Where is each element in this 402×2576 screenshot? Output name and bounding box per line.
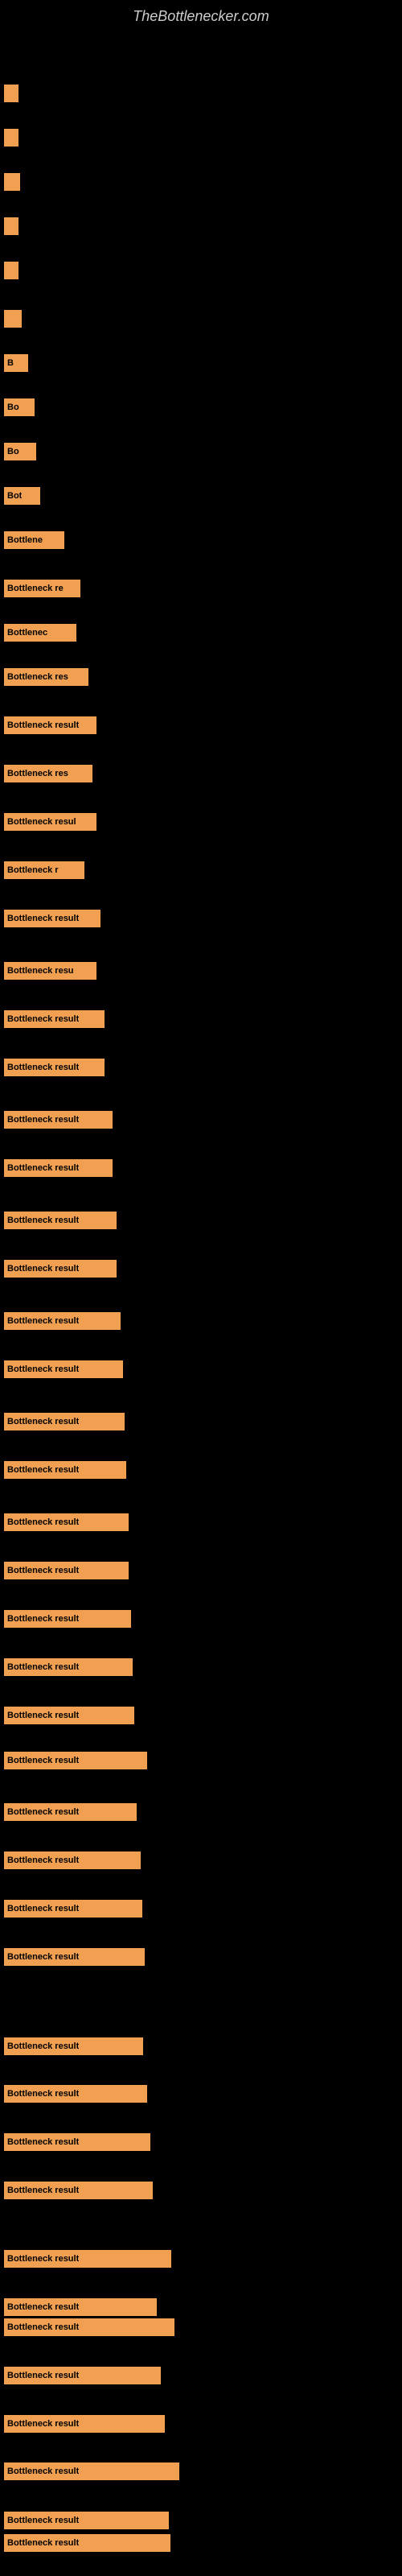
bar-item: Bottleneck result [4, 1752, 147, 1769]
bar-label: Bottlene [7, 535, 43, 545]
bar-item: Bottleneck result [4, 2037, 143, 2055]
bar-item: Bottleneck result [4, 1159, 113, 1177]
bar-item [4, 173, 20, 191]
bar-label: Bottleneck res [7, 769, 68, 778]
bar-label: Bottleneck result [7, 2089, 79, 2099]
bar-label: Bottleneck result [7, 2254, 79, 2264]
bar-label: Bottleneck result [7, 2538, 79, 2548]
bar-item: Bottleneck result [4, 2318, 174, 2336]
bar-label: Bottleneck result [7, 720, 79, 730]
bar-label: Bottleneck res [7, 672, 68, 682]
bar-label: Bottleneck result [7, 1063, 79, 1072]
bar-label: Bottleneck result [7, 2371, 79, 2380]
bar-label: Bottleneck result [7, 1566, 79, 1575]
bar-label: Bottleneck result [7, 2186, 79, 2195]
bar-item: Bottleneck result [4, 910, 100, 927]
bar-item: B [4, 354, 28, 372]
bar-item: Bottleneck result [4, 1900, 142, 1918]
bar-label: Bottleneck result [7, 2516, 79, 2525]
bar-item: Bottleneck result [4, 1948, 145, 1966]
bar-item: Bottleneck result [4, 1010, 105, 1028]
bar-label: Bottleneck result [7, 1115, 79, 1125]
bar-item: Bottleneck result [4, 2415, 165, 2433]
bar-item: Bottleneck result [4, 2298, 157, 2316]
bar-item: Bottleneck result [4, 1360, 123, 1378]
bar-label: Bottleneck result [7, 2041, 79, 2051]
bar-item: Bottlenec [4, 624, 76, 642]
bar-item [4, 262, 18, 279]
bar-item: Bo [4, 443, 36, 460]
bar-item: Bottleneck result [4, 2085, 147, 2103]
bar-label: Bottleneck result [7, 1163, 79, 1173]
bar-item: Bottleneck r [4, 861, 84, 879]
bar-label: Bottleneck result [7, 2322, 79, 2332]
bar-label: Bottleneck result [7, 1952, 79, 1962]
bar-label: Bottlenec [7, 628, 47, 638]
bar-label: B [7, 358, 14, 368]
site-title: TheBottlenecker.com [0, 0, 402, 29]
bar-label: Bottleneck result [7, 1614, 79, 1624]
bar-label: Bo [7, 402, 19, 412]
bar-item: Bottleneck result [4, 1212, 117, 1229]
bar-item: Bottleneck result [4, 1260, 117, 1278]
bar-label: Bot [7, 491, 22, 501]
bar-item: Bottleneck result [4, 2133, 150, 2151]
bar-label: Bottleneck result [7, 1014, 79, 1024]
bar-label: Bottleneck result [7, 1364, 79, 1374]
bar-item: Bottleneck result [4, 1658, 133, 1676]
bar-item [4, 310, 22, 328]
bar-item [4, 85, 18, 102]
bar-item: Bottleneck result [4, 2462, 179, 2480]
bar-item: Bottleneck res [4, 765, 92, 782]
bar-label: Bo [7, 447, 19, 456]
bar-label: Bottleneck result [7, 1264, 79, 1274]
bar-item: Bottleneck result [4, 1562, 129, 1579]
bar-label: Bottleneck result [7, 1807, 79, 1817]
bar-label: Bottleneck result [7, 1216, 79, 1225]
bar-label: Bottleneck result [7, 1316, 79, 1326]
bar-label: Bottleneck result [7, 1417, 79, 1426]
bar-label: Bottleneck resul [7, 817, 76, 827]
bar-label: Bottleneck re [7, 584, 64, 593]
bar-item: Bottleneck result [4, 1803, 137, 1821]
bar-item: Bottleneck result [4, 2250, 171, 2268]
bar-item: Bottleneck result [4, 1413, 125, 1430]
bar-item: Bottlene [4, 531, 64, 549]
bar-label: Bottleneck result [7, 1904, 79, 1913]
bar-label: Bottleneck result [7, 1856, 79, 1865]
bar-item: Bottleneck result [4, 1059, 105, 1076]
bar-label: Bottleneck r [7, 865, 59, 875]
bar-item [4, 129, 18, 147]
bar-item: Bot [4, 487, 40, 505]
bar-item: Bottleneck result [4, 1610, 131, 1628]
bar-label: Bottleneck result [7, 1756, 79, 1765]
bar-item: Bottleneck result [4, 2512, 169, 2529]
bar-label: Bottleneck result [7, 2467, 79, 2476]
bar-item: Bottleneck result [4, 1111, 113, 1129]
bar-item: Bottleneck result [4, 1461, 126, 1479]
bar-item: Bottleneck resu [4, 962, 96, 980]
bar-item: Bottleneck result [4, 2534, 170, 2552]
bar-item: Bottleneck result [4, 1707, 134, 1724]
bar-label: Bottleneck result [7, 2137, 79, 2147]
bar-label: Bottleneck result [7, 1465, 79, 1475]
bar-label: Bottleneck result [7, 1711, 79, 1720]
bar-item: Bottleneck result [4, 2182, 153, 2199]
bar-label: Bottleneck result [7, 2302, 79, 2312]
bar-label: Bottleneck resu [7, 966, 74, 976]
bar-item [4, 217, 18, 235]
bar-item: Bottleneck re [4, 580, 80, 597]
bar-item: Bottleneck result [4, 1312, 121, 1330]
bar-item: Bottleneck resul [4, 813, 96, 831]
bar-item: Bottleneck result [4, 1852, 141, 1869]
bar-label: Bottleneck result [7, 914, 79, 923]
bar-label: Bottleneck result [7, 1517, 79, 1527]
bar-label: Bottleneck result [7, 2419, 79, 2429]
bar-item: Bottleneck result [4, 1513, 129, 1531]
bar-item: Bottleneck result [4, 716, 96, 734]
bar-item: Bo [4, 398, 35, 416]
bar-label: Bottleneck result [7, 1662, 79, 1672]
bar-item: Bottleneck result [4, 2367, 161, 2384]
bar-item: Bottleneck res [4, 668, 88, 686]
